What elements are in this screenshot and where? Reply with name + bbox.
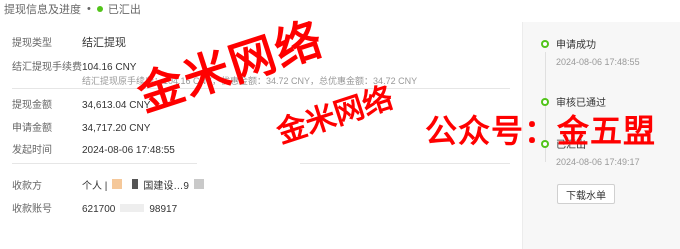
type-value: 结汇提现 — [82, 37, 126, 49]
fee-note: 结汇提现原手续费：104.16 CNY，优惠金额：34.72 CNY，总优惠金额… — [82, 76, 418, 86]
row-account: 收款账号 621700 98917 — [12, 200, 177, 215]
redaction-mask — [193, 179, 204, 189]
amount-label: 提现金额 — [12, 100, 52, 111]
row-amount: 提现金额 34,613.04 CNY — [12, 96, 150, 111]
apply-amount-value: 34,717.20 CNY — [82, 123, 151, 134]
status-dot-icon — [96, 6, 103, 12]
withdraw-detail-card: 提现类型 结汇提现 结汇提现手续费 104.16 CNY 结汇提现原手续费：10… — [0, 22, 520, 249]
timeline-title: 审核已通过 — [556, 98, 606, 109]
check-circle-icon — [541, 139, 549, 148]
amount-value: 34,613.04 CNY — [82, 100, 151, 111]
payee-value-prefix: 个人 | — [82, 181, 108, 192]
row-time: 发起时间 2024-08-06 17:48:55 — [12, 141, 175, 156]
timeline-title: 已汇出 — [556, 140, 586, 151]
redaction-mask — [120, 204, 145, 212]
timeline-title: 申请成功 — [556, 40, 596, 51]
status-label: 已汇出 — [107, 4, 141, 16]
payee-label: 收款方 — [12, 181, 42, 192]
divider — [12, 88, 510, 89]
row-apply-amount: 申请金额 34,717.20 CNY — [12, 119, 150, 134]
time-label: 发起时间 — [12, 145, 52, 156]
breadcrumb: 提现信息及进度 • 已汇出 — [0, 0, 680, 18]
fee-value: 104.16 CNY — [82, 62, 137, 73]
timeline-item: 申请成功 2024-08-06 17:48:55 — [541, 36, 640, 67]
row-payee: 收款方 个人 | 国建设…9 — [12, 177, 209, 192]
check-circle-icon — [541, 97, 549, 106]
redaction-mask — [112, 179, 123, 189]
apply-amount-label: 申请金额 — [12, 123, 52, 134]
time-value: 2024-08-06 17:48:55 — [82, 145, 175, 156]
timeline-item: 已汇出 2024-08-06 17:49:17 — [541, 136, 640, 167]
row-fee: 结汇提现手续费 104.16 CNY — [12, 58, 136, 73]
payee-value-bank: 国建设…9 — [143, 181, 189, 192]
row-type: 提现类型 结汇提现 — [12, 34, 126, 50]
type-label: 提现类型 — [12, 38, 52, 49]
timeline-item: 审核已通过 — [541, 94, 606, 109]
download-receipt-button[interactable]: 下载水单 — [557, 184, 615, 204]
divider — [12, 163, 197, 164]
timeline-time: 2024-08-06 17:49:17 — [556, 157, 640, 167]
account-value-suffix: 98917 — [149, 204, 178, 215]
breadcrumb-page[interactable]: 提现信息及进度 — [4, 1, 81, 17]
timeline-time: 2024-08-06 17:48:55 — [556, 57, 640, 67]
redaction-mask — [132, 179, 139, 189]
account-value-prefix: 621700 — [82, 204, 116, 215]
check-circle-icon — [541, 39, 549, 48]
progress-panel: 申请成功 2024-08-06 17:48:55 审核已通过 已汇出 2024-… — [522, 22, 680, 249]
fee-label: 结汇提现手续费 — [12, 62, 82, 73]
divider — [300, 163, 510, 164]
account-label: 收款账号 — [12, 204, 52, 215]
breadcrumb-separator: • — [87, 3, 91, 15]
